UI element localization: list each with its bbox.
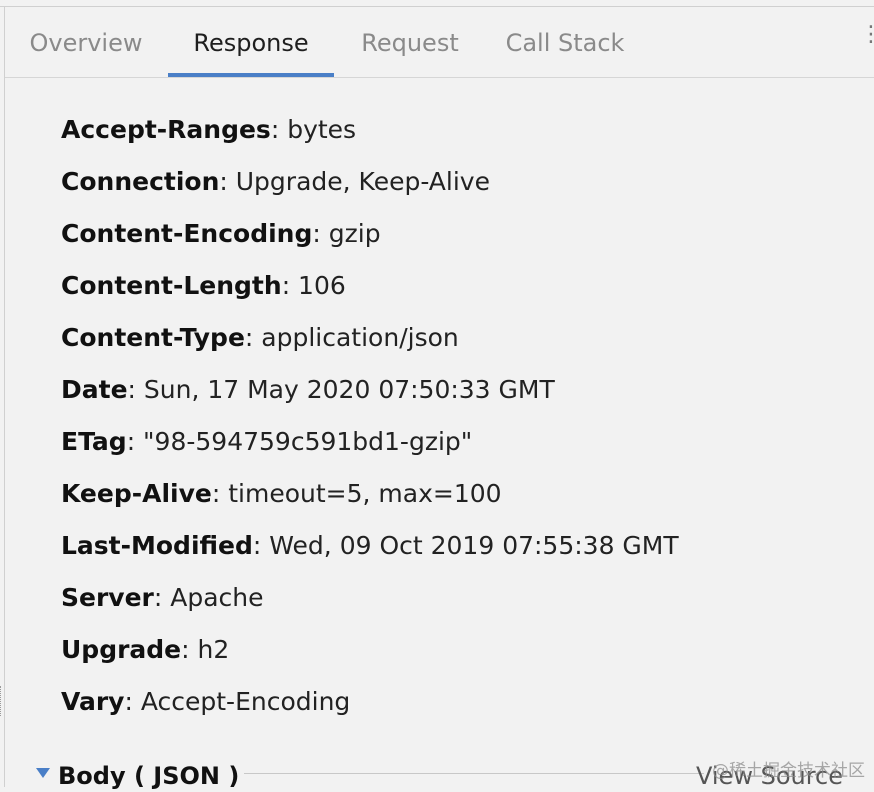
response-panel: Overview Response Request Call Stack ⋮ A… xyxy=(0,0,874,790)
header-row: Vary: Accept-Encoding xyxy=(61,676,861,728)
header-value: : h2 xyxy=(181,635,230,664)
header-value: : timeout=5, max=100 xyxy=(211,479,502,508)
header-value: : bytes xyxy=(270,115,357,144)
header-value: : application/json xyxy=(244,323,459,352)
header-row: Server: Apache xyxy=(61,572,861,624)
tab-overview-label: Overview xyxy=(29,29,143,57)
tab-request-label: Request xyxy=(361,29,459,57)
resize-grip[interactable] xyxy=(0,686,4,716)
header-name: Last-Modified xyxy=(61,531,253,560)
header-value: : "98-594759c591bd1-gzip" xyxy=(126,427,473,456)
header-value: : Sun, 17 May 2020 07:50:33 GMT xyxy=(127,375,555,404)
header-row: Accept-Ranges: bytes xyxy=(61,104,861,156)
tab-bar: Overview Response Request Call Stack xyxy=(5,7,874,77)
header-value: : Upgrade, Keep-Alive xyxy=(219,167,490,196)
header-row: Keep-Alive: timeout=5, max=100 xyxy=(61,468,861,520)
header-name: Date xyxy=(61,375,128,404)
section-divider xyxy=(244,773,704,774)
header-name: Vary xyxy=(61,687,125,716)
header-name: Accept-Ranges xyxy=(61,115,271,144)
tab-response[interactable]: Response xyxy=(168,7,334,77)
header-value: : Wed, 09 Oct 2019 07:55:38 GMT xyxy=(252,531,679,560)
body-section-title[interactable]: Body ( JSON ) xyxy=(58,760,239,792)
tab-request[interactable]: Request xyxy=(355,7,465,77)
tab-overview[interactable]: Overview xyxy=(27,7,145,77)
header-value: : Accept-Encoding xyxy=(124,687,351,716)
header-row: Content-Encoding: gzip xyxy=(61,208,861,260)
tab-response-label: Response xyxy=(193,29,309,57)
header-row: ETag: "98-594759c591bd1-gzip" xyxy=(61,416,861,468)
header-row: Last-Modified: Wed, 09 Oct 2019 07:55:38… xyxy=(61,520,861,572)
left-border xyxy=(4,6,5,787)
header-row: Upgrade: h2 xyxy=(61,624,861,676)
header-value: : Apache xyxy=(153,583,264,612)
header-row: Content-Type: application/json xyxy=(61,312,861,364)
header-name: Connection xyxy=(61,167,220,196)
header-row: Date: Sun, 17 May 2020 07:50:33 GMT xyxy=(61,364,861,416)
vertical-ellipsis-icon[interactable]: ⋮ xyxy=(860,20,874,50)
tabs-divider xyxy=(5,77,874,78)
header-name: Content-Type xyxy=(61,323,245,352)
response-headers-list: Accept-Ranges: bytes Connection: Upgrade,… xyxy=(61,104,861,728)
header-name: Keep-Alive xyxy=(61,479,212,508)
header-value: : gzip xyxy=(312,219,381,248)
header-row: Connection: Upgrade, Keep-Alive xyxy=(61,156,861,208)
header-value: : 106 xyxy=(281,271,346,300)
triangle-down-icon[interactable] xyxy=(36,768,50,778)
header-name: ETag xyxy=(61,427,127,456)
tab-call-stack-label: Call Stack xyxy=(505,29,625,57)
header-row: Content-Length: 106 xyxy=(61,260,861,312)
header-name: Upgrade xyxy=(61,635,182,664)
header-name: Content-Length xyxy=(61,271,282,300)
header-name: Content-Encoding xyxy=(61,219,313,248)
watermark: @稀土掘金技术社区 xyxy=(712,761,865,781)
tab-call-stack[interactable]: Call Stack xyxy=(505,7,625,77)
header-name: Server xyxy=(61,583,154,612)
